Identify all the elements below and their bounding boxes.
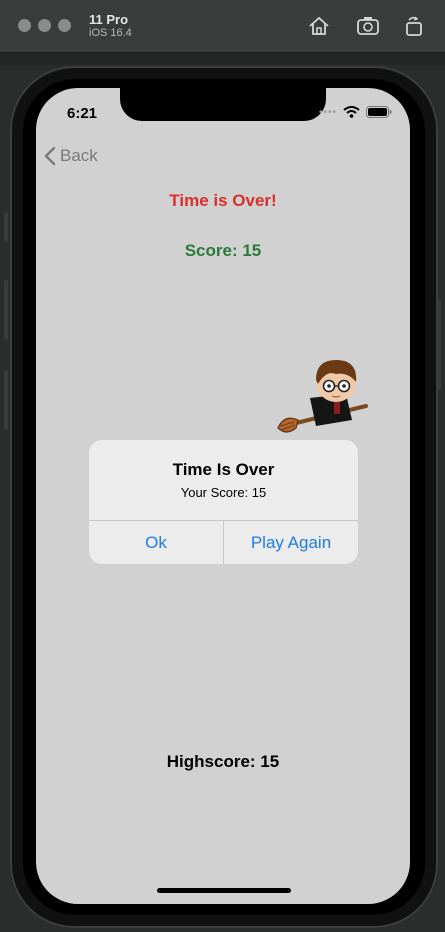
highscore-label: Highscore: 15 <box>166 752 280 771</box>
alert-message: Your Score: 15 <box>180 485 267 500</box>
back-label: Back <box>60 146 98 165</box>
status-time: 6:21 <box>67 105 98 122</box>
score-label: Score: 15 <box>184 241 262 260</box>
wizard-on-broom-image <box>277 360 368 433</box>
simulator-title-bar: 11 Pro iOS 16.4 <box>0 0 445 53</box>
device-os-version: iOS 16.4 <box>89 27 132 39</box>
minimize-window-button[interactable] <box>38 19 51 32</box>
screenshot-icon[interactable] <box>355 14 381 38</box>
rotate-icon[interactable] <box>401 14 427 38</box>
silent-switch <box>4 212 8 242</box>
battery-icon <box>366 106 392 118</box>
ok-button[interactable]: Ok <box>89 521 223 564</box>
volume-down-button <box>4 370 8 430</box>
app-screen: 6:21 •••• Back Time is Over! Score: 15 T… <box>36 88 410 904</box>
device-name: 11 Pro <box>89 12 129 27</box>
notch <box>120 88 326 121</box>
wifi-icon <box>343 106 360 118</box>
home-icon[interactable] <box>306 14 332 38</box>
game-over-alert: Time Is Over Your Score: 15 Ok Play Agai… <box>89 440 358 564</box>
status-indicators: •••• <box>319 106 392 118</box>
volume-up-button <box>4 280 8 340</box>
power-button <box>437 300 441 390</box>
zoom-window-button[interactable] <box>58 19 71 32</box>
close-window-button[interactable] <box>18 19 31 32</box>
back-button[interactable]: Back <box>44 146 98 166</box>
alert-title: Time Is Over <box>172 460 275 479</box>
game-over-title: Time is Over! <box>169 191 277 210</box>
home-indicator[interactable] <box>157 888 291 893</box>
cellular-dots-icon: •••• <box>318 106 337 118</box>
simulator-toolbar-strip <box>0 53 445 65</box>
play-again-button[interactable]: Play Again <box>224 521 358 564</box>
chevron-left-icon <box>44 146 56 166</box>
